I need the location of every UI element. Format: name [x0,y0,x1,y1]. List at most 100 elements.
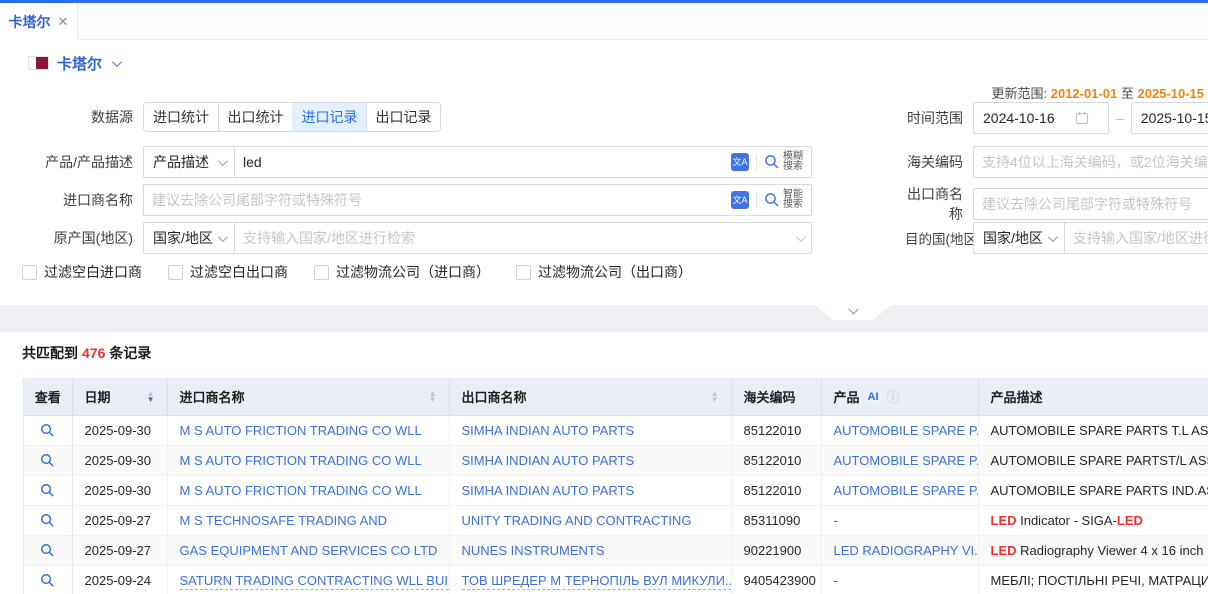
checkbox-icon[interactable] [22,265,37,280]
view-record-button[interactable] [24,475,72,505]
btn-export-stats[interactable]: 出口统计 [218,103,292,131]
view-record-button[interactable] [24,535,72,565]
filter-checkbox-row: 过滤空白进口商 过滤空白出口商 过滤物流公司（进口商） 过滤物流公司（出口商） [22,262,692,282]
magnifier-icon [40,513,55,528]
cell-product-desc: AUTOMOBILE SPARE PARTST/L ASSY ... [978,445,1208,475]
cell-hs-code: 85122010 [731,445,821,475]
calendar-icon [1075,111,1089,125]
translate-icon[interactable]: 文A [731,191,749,209]
update-range-label: 更新范围: [991,86,1047,101]
checkbox-icon[interactable] [516,265,531,280]
importer-link[interactable]: M S AUTO FRICTION TRADING CO WLL [180,423,422,438]
sort-icon-date[interactable]: ▲▼ [139,391,155,403]
translate-icon[interactable]: 文A [731,153,749,171]
importer-input[interactable] [152,192,731,208]
info-icon[interactable]: ⓘ [887,387,900,406]
table-row: 2025-09-30 M S AUTO FRICTION TRADING CO … [24,445,1208,475]
product-search-field[interactable]: 文A 模糊搜索 [234,146,812,178]
exporter-link[interactable]: ТОВ ШРЕДЕР М ТЕРНОПІЛЬ ВУЛ МИКУЛИ... [462,573,732,590]
btn-import-records[interactable]: 进口记录 [292,103,366,131]
destination-country-select[interactable]: 国家/地区 [973,222,1065,254]
tab-title: 卡塔尔 [9,12,51,32]
product-empty: - [834,573,838,588]
smart-search-label[interactable]: 智能搜索 [783,190,803,210]
tab-close-icon[interactable]: ✕ [58,15,69,28]
cell-date: 2025-09-27 [72,505,167,535]
col-header-date[interactable]: 日期 ▲▼ [72,379,167,415]
hs-code-input[interactable] [982,154,1208,170]
col-header-desc: 产品描述 [978,379,1208,415]
checkbox-filter-blank-importer[interactable]: 过滤空白进口商 [22,262,142,282]
cell-product-desc: AUTOMOBILE SPARE PARTS T.L ASSY ... [978,415,1208,445]
origin-search-field[interactable] [234,222,812,254]
col-header-view: 查看 [24,379,72,415]
date-end-field[interactable] [1131,102,1208,134]
product-type-select[interactable]: 产品描述 [143,146,235,178]
country-name[interactable]: 卡塔尔 [57,53,102,74]
origin-search-input[interactable] [243,230,796,246]
date-end-input[interactable] [1141,110,1208,126]
exporter-input[interactable] [982,196,1208,212]
importer-link[interactable]: SATURN TRADING CONTRACTING WLL BUI... [180,573,450,590]
btn-import-stats[interactable]: 进口统计 [144,103,218,131]
btn-export-records[interactable]: 出口记录 [366,103,440,131]
importer-label: 进口商名称 [0,190,133,210]
view-record-button[interactable] [24,565,72,594]
destination-search-input[interactable] [1073,230,1208,246]
filter-panel: 更新范围: 2012-01-01 至 2025-10-15 数据源 进口统计 出… [0,86,1208,305]
fuzzy-search-icon[interactable] [764,154,780,170]
product-link[interactable]: AUTOMOBILE SPARE P... [834,423,979,438]
exporter-label: 出口商名称 [905,184,963,224]
chevron-down-icon[interactable] [112,57,122,67]
exporter-link[interactable]: SIMHA INDIAN AUTO PARTS [462,423,635,438]
fuzzy-search-label[interactable]: 模糊搜索 [783,152,803,172]
view-record-button[interactable] [24,505,72,535]
cell-date: 2025-09-30 [72,475,167,505]
date-start-input[interactable] [983,110,1075,126]
match-count-line: 共匹配到476条记录 [22,343,151,363]
sort-icon-importer[interactable]: ▲▼ [421,391,437,403]
product-link[interactable]: LED RADIOGRAPHY VI... [834,543,979,558]
smart-search-icon[interactable] [764,192,780,208]
hs-code-field[interactable] [973,146,1208,178]
records-table: 查看 日期 ▲▼ 进口商名称 ▲▼ 出口商名称 ▲▼ 海关编码 [23,378,1208,594]
checkbox-filter-blank-exporter[interactable]: 过滤空白出口商 [168,262,288,282]
table-row: 2025-09-27 GAS EQUIPMENT AND SERVICES CO… [24,535,1208,565]
magnifier-icon [40,423,55,438]
col-header-importer[interactable]: 进口商名称 ▲▼ [167,379,449,415]
table-row: 2025-09-24 SATURN TRADING CONTRACTING WL… [24,565,1208,594]
checkbox-filter-logistics-exporter[interactable]: 过滤物流公司（出口商） [516,262,692,282]
magnifier-icon [40,483,55,498]
collapse-filters-button[interactable] [815,305,891,320]
product-link[interactable]: AUTOMOBILE SPARE P... [834,483,979,498]
product-search-input[interactable] [243,154,731,170]
exporter-field[interactable] [973,188,1208,220]
importer-field[interactable]: 文A 智能搜索 [143,184,812,216]
destination-label: 目的国(地区) [905,228,963,248]
exporter-link[interactable]: NUNES INSTRUMENTS [462,543,605,558]
product-link[interactable]: AUTOMOBILE SPARE P... [834,453,979,468]
importer-link[interactable]: GAS EQUIPMENT AND SERVICES CO LTD [180,543,438,558]
exporter-link[interactable]: SIMHA INDIAN AUTO PARTS [462,453,635,468]
checkbox-icon[interactable] [314,265,329,280]
view-record-button[interactable] [24,445,72,475]
view-record-button[interactable] [24,415,72,445]
col-header-exporter[interactable]: 出口商名称 ▲▼ [449,379,731,415]
hs-code-label: 海关编码 [905,152,963,172]
importer-link[interactable]: M S TECHNOSAFE TRADING AND [180,513,388,528]
importer-link[interactable]: M S AUTO FRICTION TRADING CO WLL [180,483,422,498]
product-label: 产品/产品描述 [0,152,133,172]
exporter-link[interactable]: UNITY TRADING AND CONTRACTING [462,513,692,528]
origin-country-select[interactable]: 国家/地区 [143,222,235,254]
magnifier-icon [40,453,55,468]
date-start-field[interactable] [973,102,1109,134]
checkbox-filter-logistics-importer[interactable]: 过滤物流公司（进口商） [314,262,490,282]
exporter-link[interactable]: SIMHA INDIAN AUTO PARTS [462,483,635,498]
sort-icon-exporter[interactable]: ▲▼ [703,391,719,403]
tab-qatar[interactable]: 卡塔尔 ✕ [0,3,78,40]
importer-link[interactable]: M S AUTO FRICTION TRADING CO WLL [180,453,422,468]
qatar-flag-icon [28,56,49,70]
destination-search-field[interactable] [1064,222,1208,254]
checkbox-icon[interactable] [168,265,183,280]
chevron-down-icon [218,156,228,166]
